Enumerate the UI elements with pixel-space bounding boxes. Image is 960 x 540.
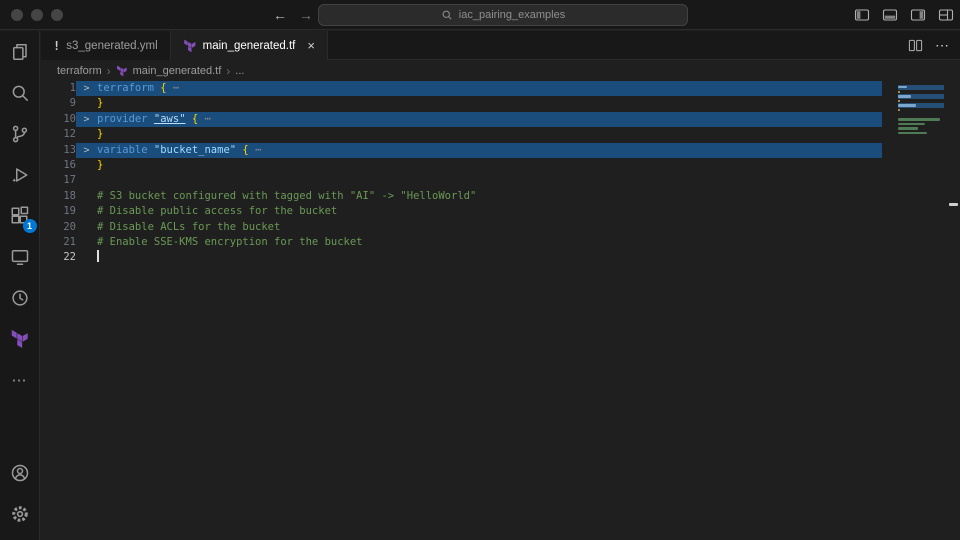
command-center[interactable]: iac_pairing_examples	[318, 4, 688, 26]
code-text[interactable]	[97, 250, 882, 265]
additional-views-icon[interactable]: ⋯	[0, 359, 40, 400]
code-text[interactable]: # Disable ACLs for the bucket	[97, 220, 882, 235]
command-center-label: iac_pairing_examples	[459, 9, 565, 21]
toggle-secondary-sidebar-icon[interactable]	[910, 7, 926, 23]
layout-controls	[854, 0, 954, 30]
code-text[interactable]: terraform { ⋯	[97, 81, 882, 96]
editor-actions: ⋯	[908, 31, 950, 60]
code-text[interactable]: provider "aws" { ⋯	[97, 112, 882, 127]
toggle-panel-icon[interactable]	[882, 7, 898, 23]
line-number[interactable]: 12	[41, 127, 76, 142]
text-cursor	[97, 250, 99, 262]
line-number[interactable]: 20	[41, 220, 76, 235]
fold-gutter	[76, 204, 97, 219]
fold-gutter	[76, 189, 97, 204]
window-controls	[11, 0, 63, 30]
more-actions-icon[interactable]: ⋯	[935, 37, 950, 54]
fold-gutter	[76, 158, 97, 173]
line-number[interactable]: 10	[41, 112, 76, 127]
line-number[interactable]: 9	[41, 96, 76, 111]
line-number[interactable]: 1	[41, 81, 76, 96]
breadcrumb-item-folder[interactable]: terraform	[57, 65, 102, 77]
line-number[interactable]: 18	[41, 189, 76, 204]
code-line[interactable]: 10>provider "aws" { ⋯	[41, 112, 960, 127]
code-line[interactable]: 1>terraform { ⋯	[41, 81, 960, 96]
remote-explorer-icon[interactable]	[0, 236, 40, 277]
fold-chevron-icon[interactable]: >	[76, 81, 97, 96]
line-number[interactable]: 19	[41, 204, 76, 219]
breadcrumb: terraform › main_generated.tf › ...	[41, 60, 960, 81]
back-button[interactable]: ←	[273, 0, 287, 30]
scrollbar-marker	[949, 203, 958, 206]
fold-gutter	[76, 173, 97, 188]
account-icon[interactable]	[0, 452, 40, 493]
fold-gutter	[76, 220, 97, 235]
source-control-icon[interactable]	[0, 113, 40, 154]
code-line[interactable]: 12}	[41, 127, 960, 142]
toggle-primary-sidebar-icon[interactable]	[854, 7, 870, 23]
code-lines: 1>terraform { ⋯9}10>provider "aws" { ⋯12…	[41, 81, 960, 266]
code-line[interactable]: 18 # S3 bucket configured with tagged wit…	[41, 189, 960, 204]
fold-gutter	[76, 96, 97, 111]
code-text[interactable]: }	[97, 158, 882, 173]
line-number[interactable]: 17	[41, 173, 76, 188]
window-minimize-button[interactable]	[31, 9, 43, 21]
code-text[interactable]: # Enable SSE-KMS encryption for the buck…	[97, 235, 882, 250]
close-tab-icon[interactable]: ×	[307, 39, 315, 52]
customize-layout-icon[interactable]	[938, 7, 954, 23]
search-icon	[441, 9, 453, 21]
terraform-view-icon[interactable]	[0, 318, 40, 359]
code-line[interactable]: 21 # Enable SSE-KMS encryption for the bu…	[41, 235, 960, 250]
tab-bar: ! s3_generated.yml main_generated.tf × ⋯	[41, 31, 960, 60]
breadcrumb-item-symbol[interactable]: ...	[235, 65, 244, 77]
title-bar: ← → iac_pairing_examples	[0, 0, 960, 30]
code-text[interactable]: # Disable public access for the bucket	[97, 204, 882, 219]
code-line[interactable]: 9}	[41, 96, 960, 111]
line-number[interactable]: 16	[41, 158, 76, 173]
window-close-button[interactable]	[11, 9, 23, 21]
settings-gear-icon[interactable]	[0, 493, 40, 534]
explorer-icon[interactable]	[0, 31, 40, 72]
run-and-debug-icon[interactable]	[0, 154, 40, 195]
window-zoom-button[interactable]	[51, 9, 63, 21]
terraform-file-icon	[116, 65, 128, 77]
search-icon[interactable]	[0, 72, 40, 113]
chevron-right-icon: ›	[107, 64, 111, 78]
line-number[interactable]: 21	[41, 235, 76, 250]
history-icon[interactable]	[0, 277, 40, 318]
fold-chevron-icon[interactable]: >	[76, 143, 97, 158]
line-number[interactable]: 22	[41, 250, 76, 265]
code-text[interactable]	[97, 173, 882, 188]
code-text[interactable]: }	[97, 96, 882, 111]
code-text[interactable]: }	[97, 127, 882, 142]
code-line[interactable]: 22	[41, 250, 960, 265]
code-line[interactable]: 20 # Disable ACLs for the bucket	[41, 220, 960, 235]
fold-chevron-icon[interactable]: >	[76, 112, 97, 127]
yaml-file-icon: !	[53, 39, 60, 53]
code-line[interactable]: 13>variable "bucket_name" { ⋯	[41, 143, 960, 158]
fold-gutter	[76, 235, 97, 250]
terraform-file-icon	[183, 39, 197, 53]
tab-main-generated-tf[interactable]: main_generated.tf ×	[171, 31, 328, 60]
chevron-right-icon: ›	[226, 64, 230, 78]
minimap[interactable]	[898, 85, 944, 140]
code-line[interactable]: 16}	[41, 158, 960, 173]
editor[interactable]: 1>terraform { ⋯9}10>provider "aws" { ⋯12…	[41, 81, 960, 540]
tab-label: s3_generated.yml	[66, 40, 157, 52]
fold-gutter	[76, 127, 97, 142]
line-number[interactable]: 13	[41, 143, 76, 158]
forward-button[interactable]: →	[299, 0, 313, 30]
activity-bar: 1 ⋯	[0, 31, 40, 540]
fold-gutter	[76, 250, 97, 265]
extensions-icon[interactable]: 1	[0, 195, 40, 236]
tab-s3-generated-yml[interactable]: ! s3_generated.yml	[41, 31, 171, 60]
code-text[interactable]: # S3 bucket configured with tagged with …	[97, 189, 882, 204]
code-text[interactable]: variable "bucket_name" { ⋯	[97, 143, 882, 158]
code-line[interactable]: 19 # Disable public access for the bucket	[41, 204, 960, 219]
split-editor-icon[interactable]	[908, 38, 923, 53]
tab-label: main_generated.tf	[203, 40, 296, 52]
code-line[interactable]: 17	[41, 173, 960, 188]
extensions-badge: 1	[23, 219, 37, 233]
breadcrumb-item-file[interactable]: main_generated.tf	[133, 65, 222, 77]
